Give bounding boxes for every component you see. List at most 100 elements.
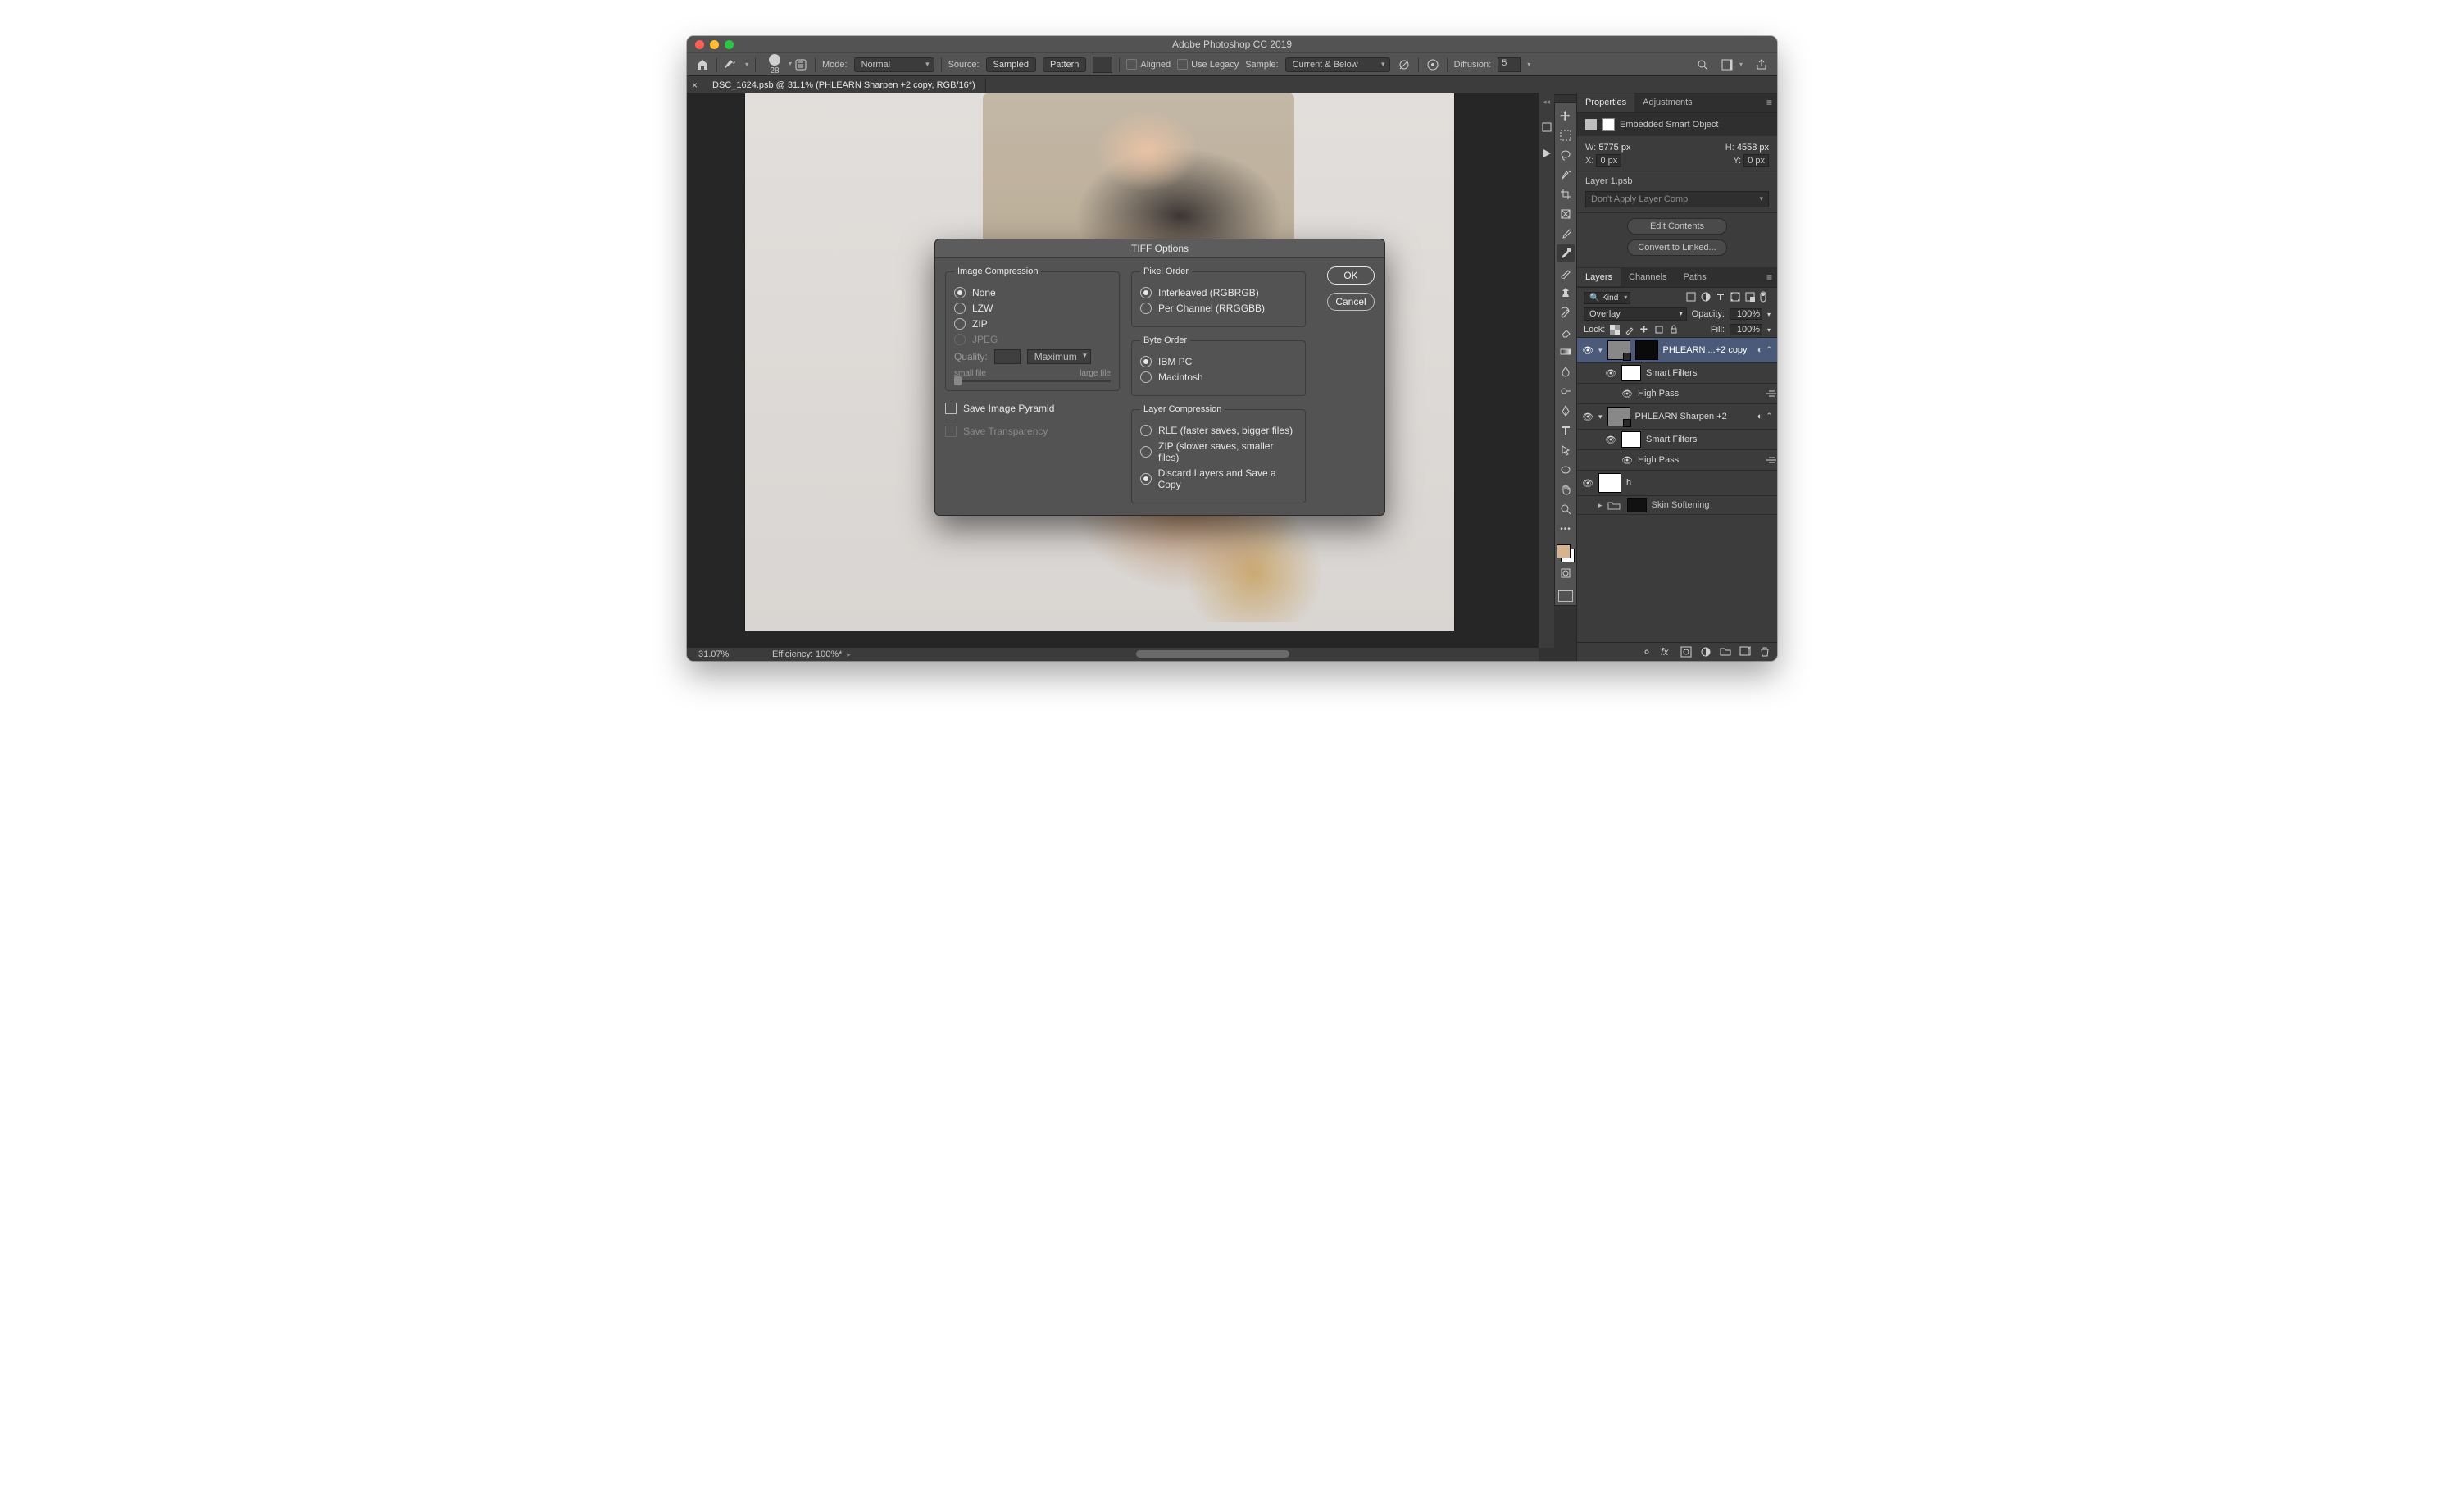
edit-toolbar-icon[interactable]: ••• [1557,520,1575,538]
blend-mode-select[interactable]: Overlay [1584,307,1687,321]
search-icon[interactable] [1695,57,1710,72]
source-sampled-button[interactable]: Sampled [986,57,1036,72]
blend-mode-select[interactable]: Normal [854,57,934,72]
chevron-down-icon[interactable]: ▾ [1767,326,1771,334]
chevron-down-icon[interactable]: ▾ [1767,311,1771,318]
layer-row[interactable]: 👁 h [1577,471,1777,496]
radio-none[interactable]: None [954,287,1111,298]
layer-thumbnail[interactable] [1598,473,1621,493]
panel-menu-icon[interactable]: ≡ [1766,271,1772,283]
lock-position-icon[interactable] [1639,325,1649,335]
disclosure-toggle[interactable]: ▸ [1598,501,1603,510]
dodge-tool[interactable] [1557,382,1575,400]
layer-row[interactable]: 👁 ▾ PHLEARN ...+2 copy ◐⌃ [1577,338,1777,363]
layer-thumbnail[interactable] [1607,340,1630,360]
filter-effects-icon[interactable]: ◐ [1757,345,1763,355]
chevron-up-icon[interactable]: ⌃ [1766,345,1772,355]
filter-kind-select[interactable]: 🔍 Kind [1584,291,1630,303]
collapse-dock-icon[interactable]: ◂◂ [1543,98,1550,107]
pressure-size-icon[interactable] [1425,57,1440,72]
lock-pixels-icon[interactable] [1625,325,1634,335]
efficiency-readout[interactable]: Efficiency: 100%*▸ [756,649,887,659]
diffusion-field[interactable]: 5 [1498,57,1521,72]
layer-row[interactable]: ▸ Skin Softening [1577,496,1777,515]
smart-filters-row[interactable]: 👁 Smart Filters [1577,430,1777,450]
path-selection-tool[interactable] [1557,441,1575,459]
save-image-pyramid-checkbox[interactable]: Save Image Pyramid [945,403,1120,414]
fill-field[interactable]: 100% [1730,324,1762,335]
radio-per-channel[interactable]: Per Channel (RRGGBB) [1140,303,1297,314]
share-icon[interactable] [1754,57,1769,72]
filter-blending-icon[interactable] [1766,456,1777,464]
color-swatches[interactable] [1557,544,1575,562]
quick-selection-tool[interactable] [1557,166,1575,184]
home-icon[interactable] [695,57,710,72]
filter-effects-icon[interactable]: ◐ [1757,412,1763,421]
filter-mask-thumbnail[interactable] [1621,431,1641,448]
add-mask-icon[interactable] [1680,646,1692,658]
layer-comp-select[interactable]: Don't Apply Layer Comp ▾ [1585,191,1769,207]
link-layers-icon[interactable] [1641,646,1653,658]
zoom-level[interactable]: 31.07% [687,649,756,659]
shape-tool[interactable] [1557,461,1575,479]
play-icon[interactable] [1541,148,1553,159]
marquee-tool[interactable] [1557,126,1575,144]
disclosure-toggle[interactable]: ▾ [1598,412,1603,421]
panel-menu-icon[interactable]: ≡ [1766,97,1772,108]
foreground-color[interactable] [1557,544,1571,558]
tab-layers[interactable]: Layers [1577,268,1621,286]
radio-zip-layers[interactable]: ZIP (slower saves, smaller files) [1140,440,1297,463]
visibility-toggle[interactable]: 👁 [1582,345,1593,356]
filter-blending-icon[interactable] [1766,389,1777,398]
zoom-tool[interactable] [1557,500,1575,518]
quick-mask-icon[interactable] [1557,564,1575,582]
brush-preset-picker[interactable]: 28 ▾ [762,54,787,75]
scrollbar-thumb[interactable] [1136,650,1290,658]
brush-settings-icon[interactable] [793,57,808,72]
tab-paths[interactable]: Paths [1675,268,1715,286]
visibility-toggle[interactable]: 👁 [1605,435,1616,445]
aligned-checkbox[interactable]: Aligned [1126,59,1171,70]
visibility-toggle[interactable]: 👁 [1605,368,1616,379]
type-tool[interactable] [1557,421,1575,439]
tool-preset-icon[interactable] [724,57,739,72]
lock-transparent-icon[interactable] [1610,325,1620,335]
new-group-icon[interactable] [1720,646,1731,658]
filter-shape-icon[interactable] [1730,291,1741,303]
visibility-toggle[interactable]: 👁 [1621,455,1633,466]
blur-tool[interactable] [1557,362,1575,380]
document-tab[interactable]: DSC_1624.psb @ 31.1% (PHLEARN Sharpen +2… [702,78,986,93]
lock-all-icon[interactable] [1669,325,1679,335]
layer-thumbnail[interactable] [1607,407,1630,426]
hand-tool[interactable] [1557,480,1575,499]
visibility-toggle[interactable]: 👁 [1582,412,1593,422]
layer-row[interactable]: 👁 ▾ PHLEARN Sharpen +2 ◐⌃ [1577,404,1777,430]
chevron-down-icon[interactable]: ▾ [745,61,748,68]
delete-layer-icon[interactable] [1759,646,1771,658]
eyedropper-tool[interactable] [1557,225,1575,243]
filter-mask-thumbnail[interactable] [1621,365,1641,381]
radio-macintosh[interactable]: Macintosh [1140,371,1297,383]
move-tool[interactable] [1557,107,1575,125]
chevron-down-icon[interactable]: ▾ [1527,61,1530,68]
pen-tool[interactable] [1557,402,1575,420]
y-field[interactable]: 0 px [1743,154,1769,167]
horizontal-scrollbar[interactable] [892,649,1534,660]
healing-brush-tool[interactable] [1557,244,1575,262]
new-adjustment-layer-icon[interactable] [1700,646,1712,658]
smart-filter-item[interactable]: 👁 High Pass [1577,450,1777,471]
layer-mask-thumbnail[interactable] [1627,498,1647,512]
sample-select[interactable]: Current & Below [1285,57,1390,72]
use-legacy-checkbox[interactable]: Use Legacy [1177,59,1239,70]
radio-rle[interactable]: RLE (faster saves, bigger files) [1140,425,1297,436]
brush-tool[interactable] [1557,264,1575,282]
crop-tool[interactable] [1557,185,1575,203]
filter-toggle[interactable] [1759,291,1771,303]
filter-type-icon[interactable] [1715,291,1726,303]
ok-button[interactable]: OK [1327,266,1375,285]
filter-smartobject-icon[interactable] [1744,291,1756,303]
radio-lzw[interactable]: LZW [954,303,1111,314]
clone-stamp-tool[interactable] [1557,284,1575,302]
eraser-tool[interactable] [1557,323,1575,341]
source-pattern-button[interactable]: Pattern [1043,57,1086,72]
